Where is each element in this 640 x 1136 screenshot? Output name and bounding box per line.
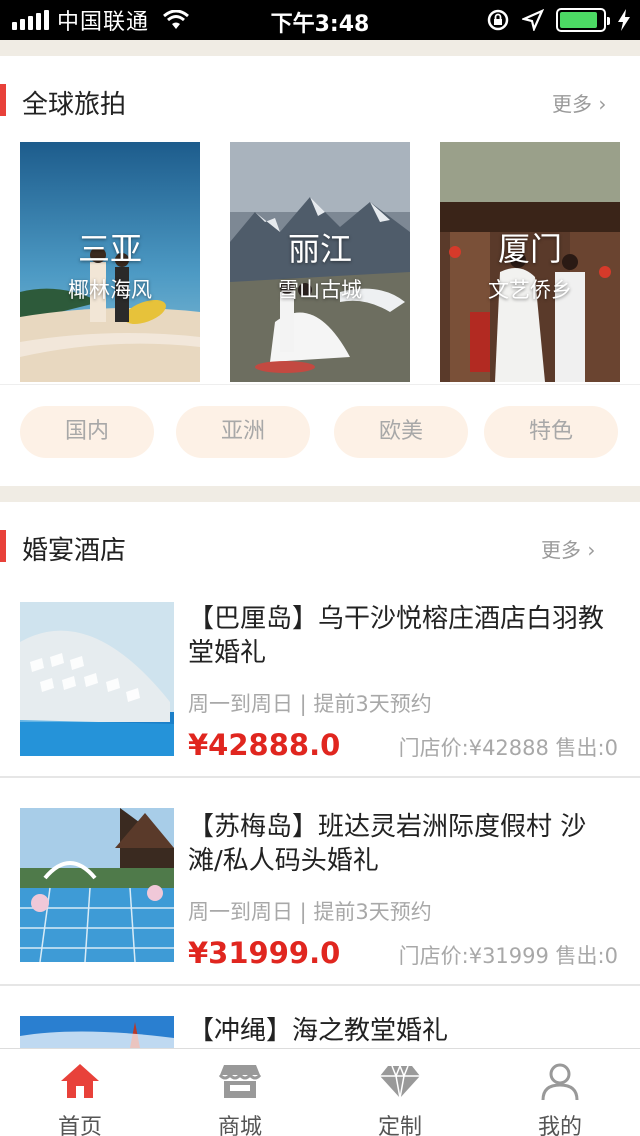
- divider: [0, 384, 640, 385]
- hotel-section-header: 婚宴酒店 更多 ›: [0, 526, 640, 566]
- home-icon: [61, 1064, 99, 1098]
- battery-icon: [556, 8, 610, 32]
- hotel-thumbnail: [20, 808, 174, 962]
- hotel-section-title: 婚宴酒店: [22, 536, 127, 566]
- tab-label: 我的: [537, 1115, 582, 1136]
- hotel-schedule: 周一到周日 | 提前3天预约: [188, 900, 432, 924]
- filter-pill-domestic[interactable]: 国内: [20, 406, 154, 458]
- hotel-schedule: 周一到周日 | 提前3天预约: [188, 692, 432, 716]
- destination-card-sanya[interactable]: 三亚 椰林海风: [20, 142, 200, 382]
- hotel-list-item[interactable]: 【冲绳】海之教堂婚礼: [0, 1014, 640, 1048]
- section-accent-bar: [0, 530, 6, 562]
- tab-label: 首页: [57, 1115, 102, 1136]
- tab-label: 商城: [217, 1115, 262, 1136]
- hotel-price: ¥31999.0: [188, 936, 341, 970]
- hotel-price: ¥42888.0: [188, 728, 341, 762]
- divider: [0, 984, 640, 986]
- user-icon: [541, 1063, 579, 1101]
- rotation-lock-icon: [487, 9, 509, 31]
- filter-pill-asia[interactable]: 亚洲: [176, 406, 310, 458]
- destination-city: 三亚: [77, 230, 142, 268]
- destination-city: 厦门: [497, 230, 562, 268]
- destination-card-xiamen[interactable]: 厦门 文艺侨乡: [440, 142, 620, 382]
- filter-pill-europe-america[interactable]: 欧美: [334, 406, 468, 458]
- travel-section-title: 全球旅拍: [22, 90, 127, 120]
- hotel-store-price: 门店价:¥31999 售出:0: [398, 944, 618, 968]
- diamond-icon: [380, 1063, 420, 1099]
- section-gap: [0, 40, 640, 56]
- hotel-more-link[interactable]: 更多 ›: [541, 534, 595, 563]
- travel-section-header: 全球旅拍 更多 ›: [0, 80, 640, 120]
- hotel-thumbnail: [20, 602, 174, 756]
- hotel-list-item[interactable]: 【巴厘岛】乌干沙悦榕庄酒店白羽教堂婚礼 周一到周日 | 提前3天预约 ¥4288…: [0, 600, 640, 778]
- location-icon: [522, 9, 544, 31]
- hotel-store-price: 门店价:¥42888 售出:0: [398, 736, 618, 760]
- section-gap: [0, 486, 640, 502]
- destination-subtitle: 文艺侨乡: [488, 278, 572, 302]
- tab-shop[interactable]: 商城: [160, 1049, 320, 1136]
- hotel-thumbnail: [20, 1016, 174, 1048]
- hotel-list-item[interactable]: 【苏梅岛】班达灵岩洲际度假村 沙滩/私人码头婚礼 周一到周日 | 提前3天预约 …: [0, 808, 640, 986]
- destination-subtitle: 雪山古城: [278, 278, 362, 302]
- tab-profile[interactable]: 我的: [480, 1049, 640, 1136]
- travel-more-link[interactable]: 更多 ›: [552, 88, 606, 117]
- hotel-name: 【冲绳】海之教堂婚礼: [188, 1016, 449, 1046]
- destination-city: 丽江: [287, 230, 352, 268]
- tab-custom[interactable]: 定制: [320, 1049, 480, 1136]
- charging-icon: [618, 9, 630, 31]
- destination-card-lijiang[interactable]: 丽江 雪山古城: [230, 142, 410, 382]
- section-accent-bar: [0, 84, 6, 116]
- bottom-tab-bar: 首页 商城 定制 我的: [0, 1048, 640, 1136]
- shop-icon: [218, 1065, 262, 1098]
- destination-subtitle: 椰林海风: [68, 278, 152, 302]
- filter-pill-special[interactable]: 特色: [484, 406, 618, 458]
- tab-label: 定制: [377, 1115, 422, 1136]
- hotel-name: 【巴厘岛】乌干沙悦榕庄酒店白羽教堂婚礼: [188, 604, 605, 668]
- status-bar: 中国联通 下午3:48: [0, 0, 640, 40]
- tab-home[interactable]: 首页: [0, 1049, 160, 1136]
- divider: [0, 776, 640, 778]
- hotel-name: 【苏梅岛】班达灵岩洲际度假村 沙滩/私人码头婚礼: [188, 812, 587, 876]
